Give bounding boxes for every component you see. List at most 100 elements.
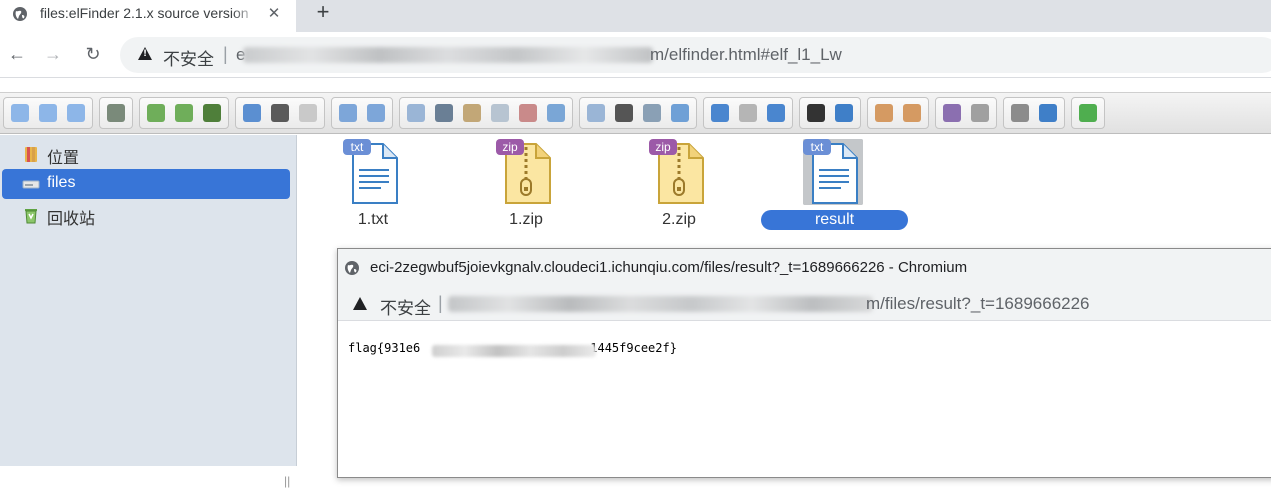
getfile-button[interactable]: [294, 100, 322, 126]
toolbar-group: [1071, 97, 1105, 129]
mkfile-icon: [175, 104, 193, 122]
help-icon: [1039, 104, 1057, 122]
download-icon: [271, 104, 289, 122]
copy-icon: [407, 104, 425, 122]
elfinder-toolbar: [0, 92, 1271, 134]
toolbar-group: [331, 97, 393, 129]
cut-button[interactable]: [430, 100, 458, 126]
redacted-region: [243, 47, 653, 63]
file-item[interactable]: zip 2.zip: [604, 135, 754, 235]
navbar: 位置 files 回收站 ||: [0, 135, 297, 488]
edit-button[interactable]: [638, 100, 666, 126]
toolbar-group: [935, 97, 997, 129]
mkdir-icon: [147, 104, 165, 122]
popup-address-bar[interactable]: 不安全 | m/files/result?_t=1689666226: [338, 285, 1271, 321]
forward-button[interactable]: →: [42, 43, 64, 65]
zip-file-icon: zip: [649, 139, 704, 204]
duplicate-icon: [587, 104, 605, 122]
popup-window: eci-2zegwbuf5joievkgnalv.cloudeci1.ichun…: [337, 248, 1271, 478]
globe-icon: [345, 261, 359, 275]
file-badge: txt: [351, 140, 364, 154]
mkdir-button[interactable]: [142, 100, 170, 126]
file-item-selected[interactable]: txt result: [758, 135, 908, 235]
omnibox[interactable]: 不安全 | e m/elfinder.html#elf_l1_Lw: [120, 37, 1271, 73]
nav-item-files[interactable]: files: [2, 169, 290, 199]
url-text: m/files/result?_t=1689666226: [866, 294, 1090, 313]
browser-tab[interactable]: files:elFinder 2.1.x source version ✕: [0, 0, 296, 32]
mkfile-button[interactable]: [170, 100, 198, 126]
view-small-button[interactable]: [734, 100, 762, 126]
new-tab-button[interactable]: +: [312, 1, 334, 25]
places-button[interactable]: [966, 100, 994, 126]
duplicate-button[interactable]: [582, 100, 610, 126]
netmount-button[interactable]: [102, 100, 130, 126]
toolbar-group: [1003, 97, 1065, 129]
open-button[interactable]: [238, 100, 266, 126]
redacted-region: [448, 296, 873, 312]
back-button[interactable]: ←: [6, 43, 28, 65]
insecure-label: 不安全: [380, 299, 431, 318]
file-item[interactable]: zip 1.zip: [451, 135, 601, 235]
toolbar-group: [799, 97, 861, 129]
extract-button[interactable]: [870, 100, 898, 126]
paste-icon: [463, 104, 481, 122]
flag-suffix: 1445f9cee2f}: [590, 341, 677, 355]
resize-handle[interactable]: ||: [284, 474, 290, 488]
undo-button[interactable]: [334, 100, 362, 126]
info-button[interactable]: [830, 100, 858, 126]
reload-button[interactable]: ↻: [82, 43, 104, 65]
back-button[interactable]: [6, 100, 34, 126]
toolbar-group: [3, 97, 93, 129]
toolbar-group: [867, 97, 929, 129]
nav-label: 回收站: [47, 211, 96, 228]
sort-button[interactable]: [938, 100, 966, 126]
popup-titlebar: eci-2zegwbuf5joievkgnalv.cloudeci1.ichun…: [338, 249, 1271, 285]
address-bar: ← → ↻ 不安全 | e m/elfinder.html#elf_l1_Lw: [0, 32, 1271, 78]
file-badge: txt: [811, 140, 824, 154]
rename-button[interactable]: [610, 100, 638, 126]
rm-icon: [491, 104, 509, 122]
view-small-icon: [739, 104, 757, 122]
file-item[interactable]: txt 1.txt: [298, 135, 448, 235]
fullscreen-button[interactable]: [1074, 100, 1102, 126]
url-separator: |: [438, 293, 443, 313]
quicklook-button[interactable]: [802, 100, 830, 126]
url-separator: |: [223, 44, 228, 64]
resize-button[interactable]: [666, 100, 694, 126]
file-name: 1.txt: [357, 211, 389, 228]
view-list-button[interactable]: [762, 100, 790, 126]
warning-icon[interactable]: [353, 297, 367, 310]
archive-button[interactable]: [898, 100, 926, 126]
hide-button[interactable]: [542, 100, 570, 126]
forward-icon: [39, 104, 57, 122]
paste-button[interactable]: [458, 100, 486, 126]
file-name: 2.zip: [662, 211, 696, 228]
rm-button[interactable]: [486, 100, 514, 126]
extract-icon: [875, 104, 893, 122]
views-icon-button[interactable]: [706, 100, 734, 126]
empty-button[interactable]: [514, 100, 542, 126]
tab-close-icon[interactable]: ✕: [264, 4, 284, 24]
text-file-icon: txt: [343, 139, 398, 204]
file-name: result: [761, 210, 908, 230]
empty-icon: [519, 104, 537, 122]
file-name: 1.zip: [509, 211, 543, 228]
preference-button[interactable]: [1006, 100, 1034, 126]
redo-button[interactable]: [362, 100, 390, 126]
download-button[interactable]: [266, 100, 294, 126]
copy-button[interactable]: [402, 100, 430, 126]
up-button[interactable]: [62, 100, 90, 126]
hide-icon: [547, 104, 565, 122]
toolbar-group: [579, 97, 697, 129]
back-icon: [11, 104, 29, 122]
trash-icon: [25, 209, 37, 224]
forward-button[interactable]: [34, 100, 62, 126]
insecure-label: 不安全: [163, 50, 214, 69]
toolbar-group: [99, 97, 133, 129]
upload-button[interactable]: [198, 100, 226, 126]
popup-title: eci-2zegwbuf5joievkgnalv.cloudeci1.ichun…: [370, 259, 968, 276]
warning-icon[interactable]: [138, 47, 152, 60]
nav-item-places[interactable]: 位置: [2, 139, 290, 169]
nav-item-trash[interactable]: 回收站: [2, 200, 290, 230]
help-button[interactable]: [1034, 100, 1062, 126]
